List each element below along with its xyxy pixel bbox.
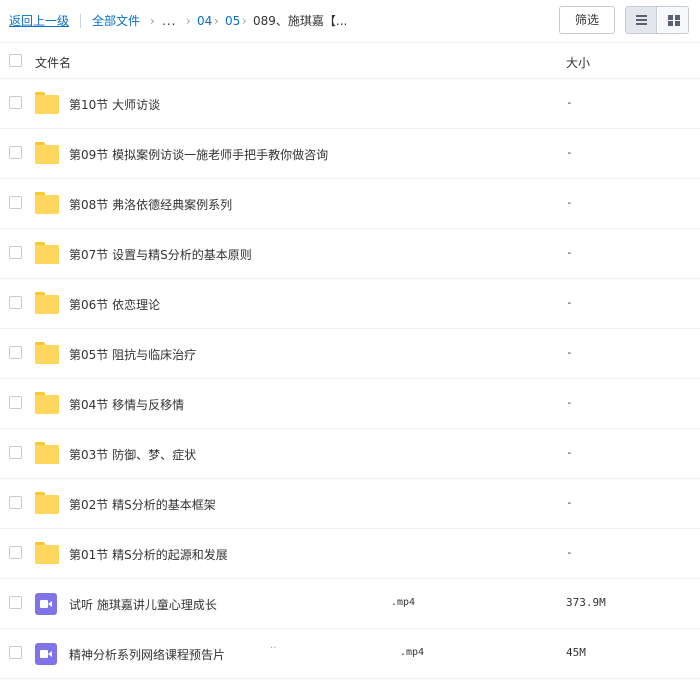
row-checkbox[interactable] xyxy=(9,646,22,659)
row-checkbox[interactable] xyxy=(9,246,22,259)
file-size: - xyxy=(566,346,573,359)
file-size: - xyxy=(566,246,573,259)
folder-icon xyxy=(35,292,59,314)
file-size: - xyxy=(566,396,573,409)
file-name[interactable]: 第09节 模拟案例访谈一施老师手把手教你做咨询 xyxy=(69,146,328,163)
file-name[interactable]: 试听 施琪嘉讲儿童心理成长 xyxy=(69,596,217,613)
file-name-fragment: ·· xyxy=(270,643,277,654)
file-name[interactable]: 第07节 设置与精S分析的基本原则 xyxy=(69,246,252,263)
folder-row[interactable]: 第04节 移情与反移情 - xyxy=(0,379,700,429)
folder-icon xyxy=(35,192,59,214)
file-name[interactable]: 第08节 弗洛依德经典案例系列 xyxy=(69,196,232,213)
folder-icon xyxy=(35,542,59,564)
folder-icon xyxy=(35,92,59,114)
grid-view-button[interactable] xyxy=(658,7,688,33)
file-extension: .mp4 xyxy=(400,647,425,658)
file-name[interactable]: 第03节 防御、梦、症状 xyxy=(69,446,196,463)
row-checkbox[interactable] xyxy=(9,446,22,459)
video-file-icon xyxy=(35,643,57,665)
breadcrumb-current: 089、施琪嘉【... xyxy=(253,14,348,28)
file-size: - xyxy=(566,196,573,209)
file-name[interactable]: 精神分析系列网络课程预告片 xyxy=(69,646,225,663)
column-header-name[interactable]: 文件名 xyxy=(35,54,71,71)
breadcrumb-separator: › xyxy=(150,14,155,28)
breadcrumb-item-05[interactable]: 05 xyxy=(225,13,240,29)
file-name[interactable]: 第05节 阻抗与临床治疗 xyxy=(69,346,196,363)
row-checkbox[interactable] xyxy=(9,146,22,159)
file-name[interactable]: 第01节 精S分析的起源和发展 xyxy=(69,546,228,563)
file-name[interactable]: 第06节 依恋理论 xyxy=(69,296,160,313)
top-toolbar: 返回上一级 全部文件 › ... › 04 › 05 › 089、施琪嘉【...… xyxy=(0,0,700,42)
file-size: 373.9M xyxy=(566,596,606,609)
file-extension: .mp4 xyxy=(391,597,416,608)
file-size: - xyxy=(566,496,573,509)
row-checkbox[interactable] xyxy=(9,596,22,609)
folder-row[interactable]: 第06节 依恋理论 - xyxy=(0,279,700,329)
breadcrumb-separator: › xyxy=(242,14,247,28)
row-checkbox[interactable] xyxy=(9,496,22,509)
file-size: - xyxy=(566,96,573,109)
row-checkbox[interactable] xyxy=(9,96,22,109)
breadcrumb-separator: › xyxy=(214,14,219,28)
file-row[interactable]: 试听 施琪嘉讲儿童心理成长 .mp4 373.9M xyxy=(0,579,700,629)
folder-icon xyxy=(35,242,59,264)
breadcrumb-ellipsis[interactable]: ... xyxy=(162,13,176,29)
row-checkbox[interactable] xyxy=(9,196,22,209)
folder-row[interactable]: 第10节 大师访谈 - xyxy=(0,79,700,129)
folder-row[interactable]: 第03节 防御、梦、症状 - xyxy=(0,429,700,479)
breadcrumb-item-04[interactable]: 04 xyxy=(197,13,212,29)
file-row[interactable]: 精神分析系列网络课程预告片 ·· .mp4 45M xyxy=(0,629,700,679)
folder-icon xyxy=(35,492,59,514)
breadcrumb-separator: › xyxy=(186,14,191,28)
folder-row[interactable]: 第05节 阻抗与临床治疗 - xyxy=(0,329,700,379)
file-size: - xyxy=(566,146,573,159)
file-size: - xyxy=(566,446,573,459)
select-all-checkbox[interactable] xyxy=(9,54,22,67)
row-checkbox[interactable] xyxy=(9,296,22,309)
list-view-button[interactable] xyxy=(626,7,657,33)
breadcrumb-all-files[interactable]: 全部文件 xyxy=(92,13,140,29)
breadcrumb-divider xyxy=(80,14,81,28)
folder-icon xyxy=(35,392,59,414)
row-checkbox[interactable] xyxy=(9,396,22,409)
file-size: - xyxy=(566,546,573,559)
folder-row[interactable]: 第07节 设置与精S分析的基本原则 - xyxy=(0,229,700,279)
file-name[interactable]: 第04节 移情与反移情 xyxy=(69,396,184,413)
video-file-icon xyxy=(35,593,57,615)
view-toggle xyxy=(625,6,689,34)
column-header-size[interactable]: 大小 xyxy=(566,54,590,71)
file-name[interactable]: 第10节 大师访谈 xyxy=(69,96,160,113)
folder-icon xyxy=(35,142,59,164)
folder-row[interactable]: 第02节 精S分析的基本框架 - xyxy=(0,479,700,529)
folder-row[interactable]: 第01节 精S分析的起源和发展 - xyxy=(0,529,700,579)
file-name[interactable]: 第02节 精S分析的基本框架 xyxy=(69,496,216,513)
table-header: 文件名 大小 xyxy=(0,42,700,79)
row-checkbox[interactable] xyxy=(9,346,22,359)
folder-icon xyxy=(35,442,59,464)
folder-icon xyxy=(35,342,59,364)
folder-row[interactable]: 第08节 弗洛依德经典案例系列 - xyxy=(0,179,700,229)
back-link[interactable]: 返回上一级 xyxy=(9,13,69,29)
folder-row[interactable]: 第09节 模拟案例访谈一施老师手把手教你做咨询 - xyxy=(0,129,700,179)
row-checkbox[interactable] xyxy=(9,546,22,559)
file-size: - xyxy=(566,296,573,309)
file-size: 45M xyxy=(566,646,586,659)
filter-button[interactable]: 筛选 xyxy=(559,6,615,34)
